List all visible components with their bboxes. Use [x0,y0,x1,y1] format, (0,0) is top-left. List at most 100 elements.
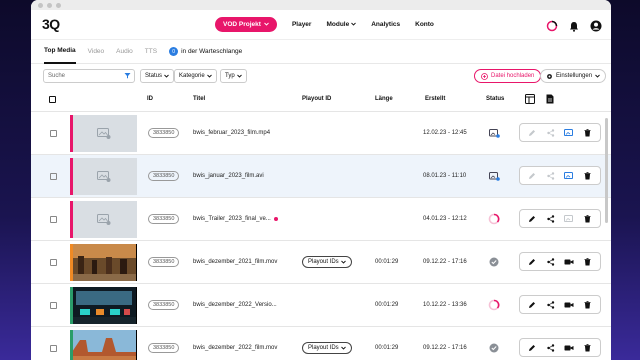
column-header-length[interactable]: Länge [375,96,393,102]
tab-video[interactable]: Video [88,40,105,64]
share-icon[interactable] [546,257,556,267]
trash-icon[interactable] [583,171,593,181]
trash-icon[interactable] [583,214,593,224]
id-badge[interactable]: 3833850 [148,214,180,224]
edit-icon[interactable] [527,300,537,310]
file-title[interactable]: bwis_februar_2023_film.mp4 [193,130,270,136]
account-icon[interactable] [590,19,602,37]
column-header-status[interactable]: Status [486,96,504,102]
row-checkbox[interactable] [50,130,57,137]
nav-link-analytics[interactable]: Analytics [371,21,400,28]
search-input[interactable]: Suche [43,69,135,83]
file-title[interactable]: bwis_Trailer_2023_final_ve... [193,216,278,222]
trash-icon[interactable] [583,257,593,267]
row-checkbox[interactable] [50,259,57,266]
nav-link-player[interactable]: Player [292,21,312,28]
tab-top-media[interactable]: Top Media [44,40,76,64]
settings-button[interactable]: Einstellungen [540,69,607,83]
file-title[interactable]: bwis_dezember_2022_film.mov [193,345,277,351]
column-header-created[interactable]: Erstellt [425,96,445,102]
created-date: 09.12.22 - 17:16 [423,345,467,351]
filter-icon[interactable] [124,72,131,81]
share-icon[interactable] [546,343,556,353]
row-checkbox[interactable] [50,345,57,352]
table-row[interactable]: 3833850 bwis_januar_2023_film.avi 08.01.… [31,155,611,198]
video-icon[interactable] [564,257,574,267]
id-badge[interactable]: 3833850 [148,257,180,267]
image-icon[interactable] [564,128,574,138]
id-badge[interactable]: 3833850 [148,128,180,138]
window-dot[interactable] [38,2,43,8]
table-row[interactable]: 3833850 bwis_dezember_2022_film.mov Play… [31,327,611,360]
nav-link-konto[interactable]: Konto [415,21,434,28]
status-dropdown[interactable]: Status [140,69,175,83]
status-done-icon [488,256,500,268]
type-dropdown[interactable]: Typ [220,69,247,83]
document-icon[interactable] [546,94,554,106]
id-badge[interactable]: 3833850 [148,300,180,310]
project-selector[interactable]: VOD Projekt [215,17,277,32]
share-icon[interactable] [546,171,556,181]
trash-icon[interactable] [583,300,593,310]
row-checkbox[interactable] [50,302,57,309]
table-row[interactable]: 3833850 bwis_dezember_2022_Versio... 00:… [31,284,611,327]
upload-button[interactable]: Datei hochladen [474,69,542,83]
edit-icon[interactable] [527,257,537,267]
window-dot[interactable] [56,2,61,8]
image-icon[interactable] [564,214,574,224]
id-badge[interactable]: 3833850 [148,171,180,181]
table-row[interactable]: 3833850 bwis_februar_2023_film.mp4 12.02… [31,112,611,155]
video-icon[interactable] [564,300,574,310]
edit-icon[interactable] [527,343,537,353]
file-title[interactable]: bwis_januar_2023_film.avi [193,173,264,179]
table-row[interactable]: 3833850 bwis_dezember_2021_film.mov Play… [31,241,611,284]
tab-audio[interactable]: Audio [116,40,133,64]
window-dot[interactable] [47,2,52,8]
settings-label: Einstellungen [556,73,593,79]
trash-icon[interactable] [583,128,593,138]
nav-link-module[interactable]: Module [326,21,357,28]
thumbnail[interactable] [70,115,137,152]
edit-icon[interactable] [527,171,537,181]
file-title[interactable]: bwis_dezember_2021_film.mov [193,259,277,265]
table-header: ID Titel Playout ID Länge Erstellt Statu… [31,88,611,112]
thumbnail[interactable] [70,330,137,360]
column-header-id[interactable]: ID [147,96,153,102]
edit-icon[interactable] [527,128,537,138]
share-icon[interactable] [546,214,556,224]
image-icon[interactable] [564,171,574,181]
playout-ids-dropdown[interactable]: Playout IDs [302,256,352,268]
created-date: 08.01.23 - 11:10 [423,173,467,179]
file-title[interactable]: bwis_dezember_2022_Versio... [193,302,277,308]
thumbnail[interactable] [70,201,137,238]
file-title-text: bwis_dezember_2022_Versio... [193,302,277,308]
app-window: 3Q VOD Projekt Player Module Analytics K… [31,0,611,360]
id-badge[interactable]: 3833850 [148,343,180,353]
playout-ids-dropdown[interactable]: Playout IDs [302,342,352,354]
row-checkbox[interactable] [50,216,57,223]
tab-tts[interactable]: TTS [145,40,157,64]
columns-icon[interactable] [525,94,535,106]
logo[interactable]: 3Q [42,16,60,32]
thumbnail[interactable] [70,244,137,281]
status-processing-icon [488,299,500,311]
column-header-title[interactable]: Titel [193,96,205,102]
edit-icon[interactable] [527,214,537,224]
thumbnail[interactable] [70,287,137,324]
share-icon[interactable] [546,128,556,138]
scrollbar[interactable] [605,118,608,223]
status-ring-icon[interactable] [546,19,558,37]
thumbnail[interactable] [70,158,137,195]
row-checkbox[interactable] [50,173,57,180]
bell-icon[interactable] [569,19,579,37]
trash-icon[interactable] [583,343,593,353]
category-dropdown[interactable]: Kategorie [174,69,217,83]
status-color-bar [70,244,73,281]
queue-indicator[interactable]: 0 in der Warteschlange [169,40,242,64]
share-icon[interactable] [546,300,556,310]
select-all-checkbox[interactable] [49,96,56,103]
table-row[interactable]: 3833850 bwis_Trailer_2023_final_ve... 04… [31,198,611,241]
status-color-bar [70,201,73,238]
video-icon[interactable] [564,343,574,353]
column-header-playout[interactable]: Playout ID [302,96,331,102]
